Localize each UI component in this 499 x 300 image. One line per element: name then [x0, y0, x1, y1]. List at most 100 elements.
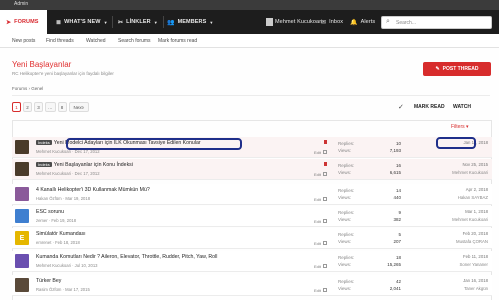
- select-checkbox[interactable]: [323, 150, 327, 154]
- thread-title[interactable]: ESC sorunu: [36, 209, 64, 215]
- avatar: [266, 18, 273, 26]
- mark-read-button[interactable]: MARK READ: [414, 104, 445, 110]
- select-checkbox[interactable]: [323, 264, 327, 268]
- paper-plane-icon: ➤: [6, 19, 12, 26]
- avatar: [15, 140, 29, 154]
- replies-count: 5: [398, 232, 401, 237]
- last-post-date[interactable]: Nov 25, 2015: [412, 162, 488, 167]
- last-post-date[interactable]: Jan 16, 2018: [412, 278, 488, 283]
- pencil-icon: ✎: [435, 66, 440, 72]
- last-post-date[interactable]: Feb 20, 2018: [412, 231, 488, 236]
- thread-title[interactable]: Simülatör Kumandası: [36, 231, 86, 237]
- tab-links[interactable]: ✂ LİNKLER ▼: [118, 10, 158, 34]
- thread-row[interactable]: E Simülatör Kumandası emrenet · Feb 18, …: [12, 228, 492, 249]
- thread-title[interactable]: İndeks Yeni Başlayanlar için Konu İndeksi: [36, 162, 133, 168]
- edit-link[interactable]: Edit: [314, 172, 321, 177]
- views-count: 6,615: [389, 170, 401, 175]
- bell-icon: 🔔: [350, 19, 358, 26]
- edit-link[interactable]: Edit: [314, 288, 321, 293]
- filters-button[interactable]: Filters ▾: [451, 124, 469, 130]
- edit-link[interactable]: Edit: [314, 264, 321, 269]
- thread-meta: Hakan Özfüm · Mar 19, 2018: [36, 196, 91, 201]
- thread-row[interactable]: Türker Bey Rasim Özfüm · Mar 17, 2015 Ed…: [12, 275, 492, 296]
- replies-count: 14: [395, 188, 401, 193]
- page-link-1[interactable]: 1: [12, 102, 21, 112]
- page-link-8[interactable]: 8: [57, 102, 67, 112]
- sub-navbar: New posts Find threads Watched Search fo…: [0, 34, 499, 48]
- prefix-badge: İndeks: [36, 162, 52, 167]
- inbox-button[interactable]: ✉ Inbox: [321, 10, 343, 34]
- thread-title[interactable]: 4 Kanallı Helikopter'i 3D Kullanmak Mümk…: [36, 187, 150, 193]
- tab-forums[interactable]: ➤ FORUMS: [0, 10, 47, 34]
- last-post-date[interactable]: Jan 11, 2018: [412, 140, 488, 145]
- views-count: 382: [393, 217, 401, 222]
- tab-whats-new[interactable]: ≣ WHAT'S NEW ▼: [56, 10, 108, 34]
- edit-link[interactable]: Edit: [314, 197, 321, 202]
- tab-label: LİNKLER: [126, 19, 151, 25]
- search-input[interactable]: ⌕ Search...: [381, 16, 492, 29]
- chevron-down-icon: ▼: [103, 19, 108, 25]
- avatar: [15, 278, 29, 292]
- page-link-2[interactable]: 2: [23, 102, 32, 112]
- watch-button[interactable]: WATCH: [453, 104, 471, 110]
- tab-members[interactable]: 👥 MEMBERS ▼: [167, 10, 213, 34]
- admin-link[interactable]: Admin: [14, 1, 28, 7]
- breadcrumb-forums[interactable]: Forums: [12, 86, 27, 91]
- select-checkbox[interactable]: [323, 197, 327, 201]
- page-ellipsis[interactable]: …: [45, 102, 56, 112]
- link-icon: ✂: [118, 19, 124, 26]
- admin-bar: Admin: [0, 0, 499, 10]
- list-icon: ≣: [56, 19, 62, 26]
- user-menu[interactable]: Mehmet Kucukoari: [266, 10, 322, 34]
- last-post-user[interactable]: Taner Akgün: [412, 286, 488, 291]
- thread-meta: Mehmet Kucukoari · Jul 10, 2013: [36, 263, 98, 268]
- subnav-watched[interactable]: Watched: [86, 38, 106, 44]
- thread-row[interactable]: Kumanda Komutları Nedir ? Aileron, Eleva…: [12, 251, 492, 272]
- avatar: E: [15, 231, 29, 245]
- next-page-button[interactable]: Next ›: [68, 102, 90, 112]
- thread-title[interactable]: Türker Bey: [36, 278, 61, 284]
- last-post-user[interactable]: Mehmet Kucukoari: [412, 170, 488, 175]
- subnav-mark-forums-read[interactable]: Mark forums read: [158, 38, 197, 44]
- last-post-date[interactable]: Apr 2, 2018: [412, 187, 488, 192]
- breadcrumb-genel[interactable]: Genel: [31, 86, 43, 91]
- thread-meta: zemer · Feb 19, 2018: [36, 218, 77, 223]
- edit-link[interactable]: Edit: [314, 241, 321, 246]
- subnav-find-threads[interactable]: Find threads: [46, 38, 74, 44]
- thread-row[interactable]: İndeks Yeni Modelci Adayları için İLK Oku…: [12, 137, 492, 158]
- post-thread-button[interactable]: ✎ POST THREAD: [423, 62, 491, 76]
- last-post-date[interactable]: Mar 1, 2018: [412, 209, 488, 214]
- last-post-user[interactable]: Hakan SAYBAZ: [412, 195, 488, 200]
- chevron-down-icon: ▼: [153, 19, 158, 25]
- select-checkbox[interactable]: [323, 172, 327, 176]
- next-label: Next: [73, 104, 83, 110]
- thread-row[interactable]: 4 Kanallı Helikopter'i 3D Kullanmak Mümk…: [12, 184, 492, 205]
- tab-label: FORUMS: [14, 19, 39, 25]
- last-post-user[interactable]: Soner Yananer: [412, 262, 488, 267]
- edit-link[interactable]: Edit: [314, 219, 321, 224]
- filters-label: Filters: [451, 124, 465, 130]
- last-post-user[interactable]: Mehmet Kucukoari: [412, 217, 488, 222]
- search-placeholder: Search...: [396, 19, 417, 26]
- prefix-badge: İndeks: [36, 140, 52, 145]
- subnav-search-forums[interactable]: Search forums: [118, 38, 151, 44]
- avatar: [15, 209, 29, 223]
- thread-row[interactable]: İndeks Yeni Başlayanlar için Konu İndeksi…: [12, 159, 492, 180]
- last-post-date[interactable]: Feb 11, 2018: [412, 254, 488, 259]
- user-name: Mehmet Kucukoari: [275, 19, 323, 25]
- avatar: [15, 187, 29, 201]
- select-checkbox[interactable]: [323, 288, 327, 292]
- pagination: 1 2 3 … 8 Next ›: [12, 102, 91, 112]
- views-count: 440: [393, 195, 401, 200]
- edit-link[interactable]: Edit: [314, 150, 321, 155]
- thread-title[interactable]: İndeks Yeni Modelci Adayları için İLK Oku…: [36, 140, 201, 146]
- subnav-new-posts[interactable]: New posts: [12, 38, 35, 44]
- nav-divider: [163, 16, 164, 28]
- last-post-user[interactable]: Mustafa ÇORAN: [412, 239, 488, 244]
- thread-row[interactable]: ESC sorunu zemer · Feb 19, 2018 Edit Rep…: [12, 206, 492, 227]
- thread-title[interactable]: Kumanda Komutları Nedir ? Aileron, Eleva…: [36, 254, 217, 260]
- alerts-button[interactable]: 🔔 Alerts: [350, 10, 375, 34]
- select-checkbox[interactable]: [323, 241, 327, 245]
- select-checkbox[interactable]: [323, 219, 327, 223]
- page-link-3[interactable]: 3: [34, 102, 43, 112]
